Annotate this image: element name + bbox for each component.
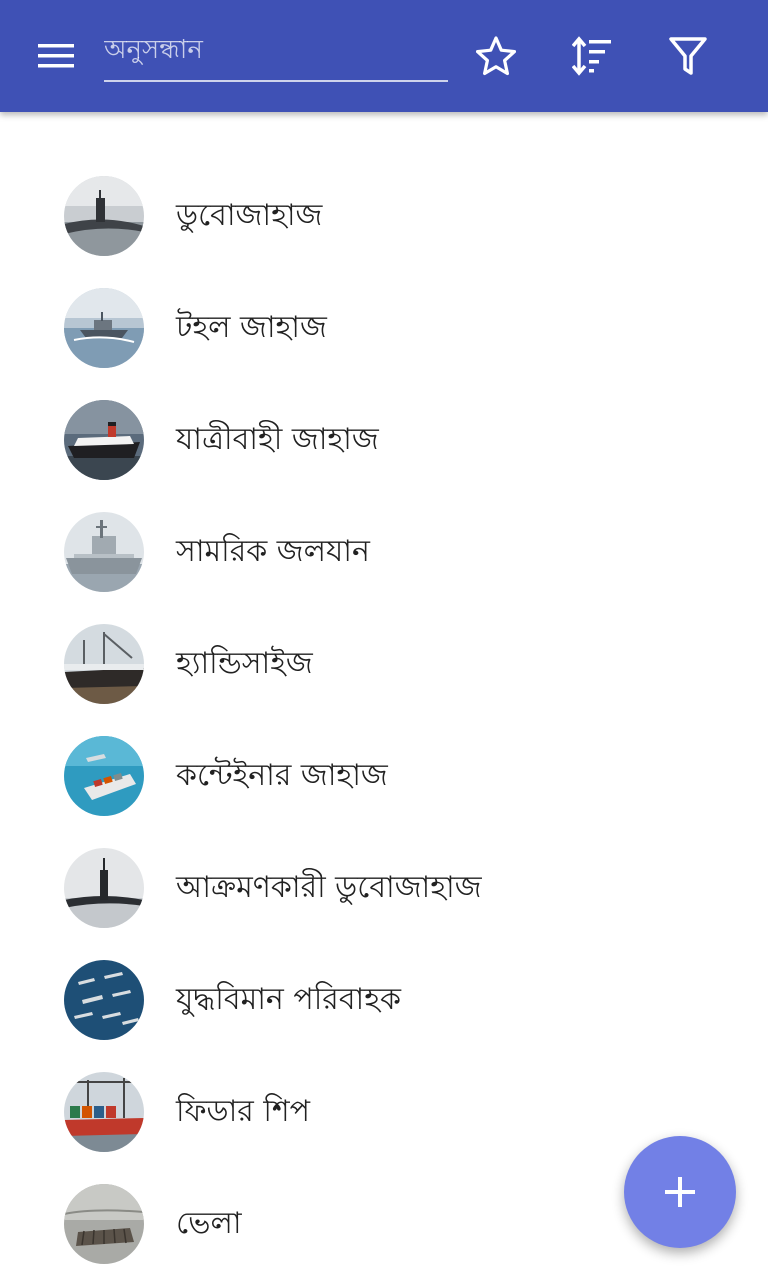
menu-button[interactable]: [24, 32, 88, 80]
attack-submarine-thumbnail: [64, 848, 144, 928]
item-label: কন্টেইনার জাহাজ: [176, 758, 388, 793]
star-outline-icon: [476, 36, 516, 76]
item-label: ভেলা: [176, 1206, 242, 1241]
menu-icon: [38, 44, 74, 68]
list-item[interactable]: আক্রমণকারী ডুবোজাহাজ: [0, 832, 768, 944]
item-label: আক্রমণকারী ডুবোজাহাজ: [176, 870, 482, 905]
item-label: যাত্রীবাহী জাহাজ: [176, 422, 379, 457]
article-list: ডুবোজাহাজ টহল জাহাজ যাত্রীবাহী জাহাজ সাম…: [0, 160, 768, 1280]
sort-button[interactable]: [564, 28, 620, 84]
list-item[interactable]: যাত্রীবাহী জাহাজ: [0, 384, 768, 496]
cargo-ship-thumbnail: [64, 624, 144, 704]
item-label: ফিডার শিপ: [176, 1094, 311, 1129]
list-item[interactable]: যুদ্ধবিমান পরিবাহক: [0, 944, 768, 1056]
fleet-formation-thumbnail: [64, 960, 144, 1040]
warship-thumbnail: [64, 512, 144, 592]
item-label: যুদ্ধবিমান পরিবাহক: [176, 982, 401, 1017]
item-label: হ্যান্ডিসাইজ: [176, 646, 313, 681]
submarine-thumbnail: [64, 176, 144, 256]
item-label: সামরিক জলযান: [176, 534, 370, 569]
app-bar: [0, 0, 768, 112]
patrol-boat-thumbnail: [64, 288, 144, 368]
container-ship-thumbnail: [64, 736, 144, 816]
filter-icon: [669, 37, 707, 75]
search-field: [104, 24, 448, 82]
raft-thumbnail: [64, 1184, 144, 1264]
list-item[interactable]: হ্যান্ডিসাইজ: [0, 608, 768, 720]
search-input[interactable]: [104, 26, 444, 74]
list-item[interactable]: সামরিক জলযান: [0, 496, 768, 608]
list-item[interactable]: টহল জাহাজ: [0, 272, 768, 384]
plus-icon: [665, 1177, 695, 1207]
list-item[interactable]: কন্টেইনার জাহাজ: [0, 720, 768, 832]
filter-button[interactable]: [660, 28, 716, 84]
item-label: টহল জাহাজ: [176, 310, 327, 345]
favorites-button[interactable]: [468, 28, 524, 84]
sort-icon: [572, 36, 611, 76]
add-button[interactable]: [624, 1136, 736, 1248]
passenger-liner-thumbnail: [64, 400, 144, 480]
feeder-ship-thumbnail: [64, 1072, 144, 1152]
list-item[interactable]: ডুবোজাহাজ: [0, 160, 768, 272]
item-label: ডুবোজাহাজ: [176, 198, 323, 233]
